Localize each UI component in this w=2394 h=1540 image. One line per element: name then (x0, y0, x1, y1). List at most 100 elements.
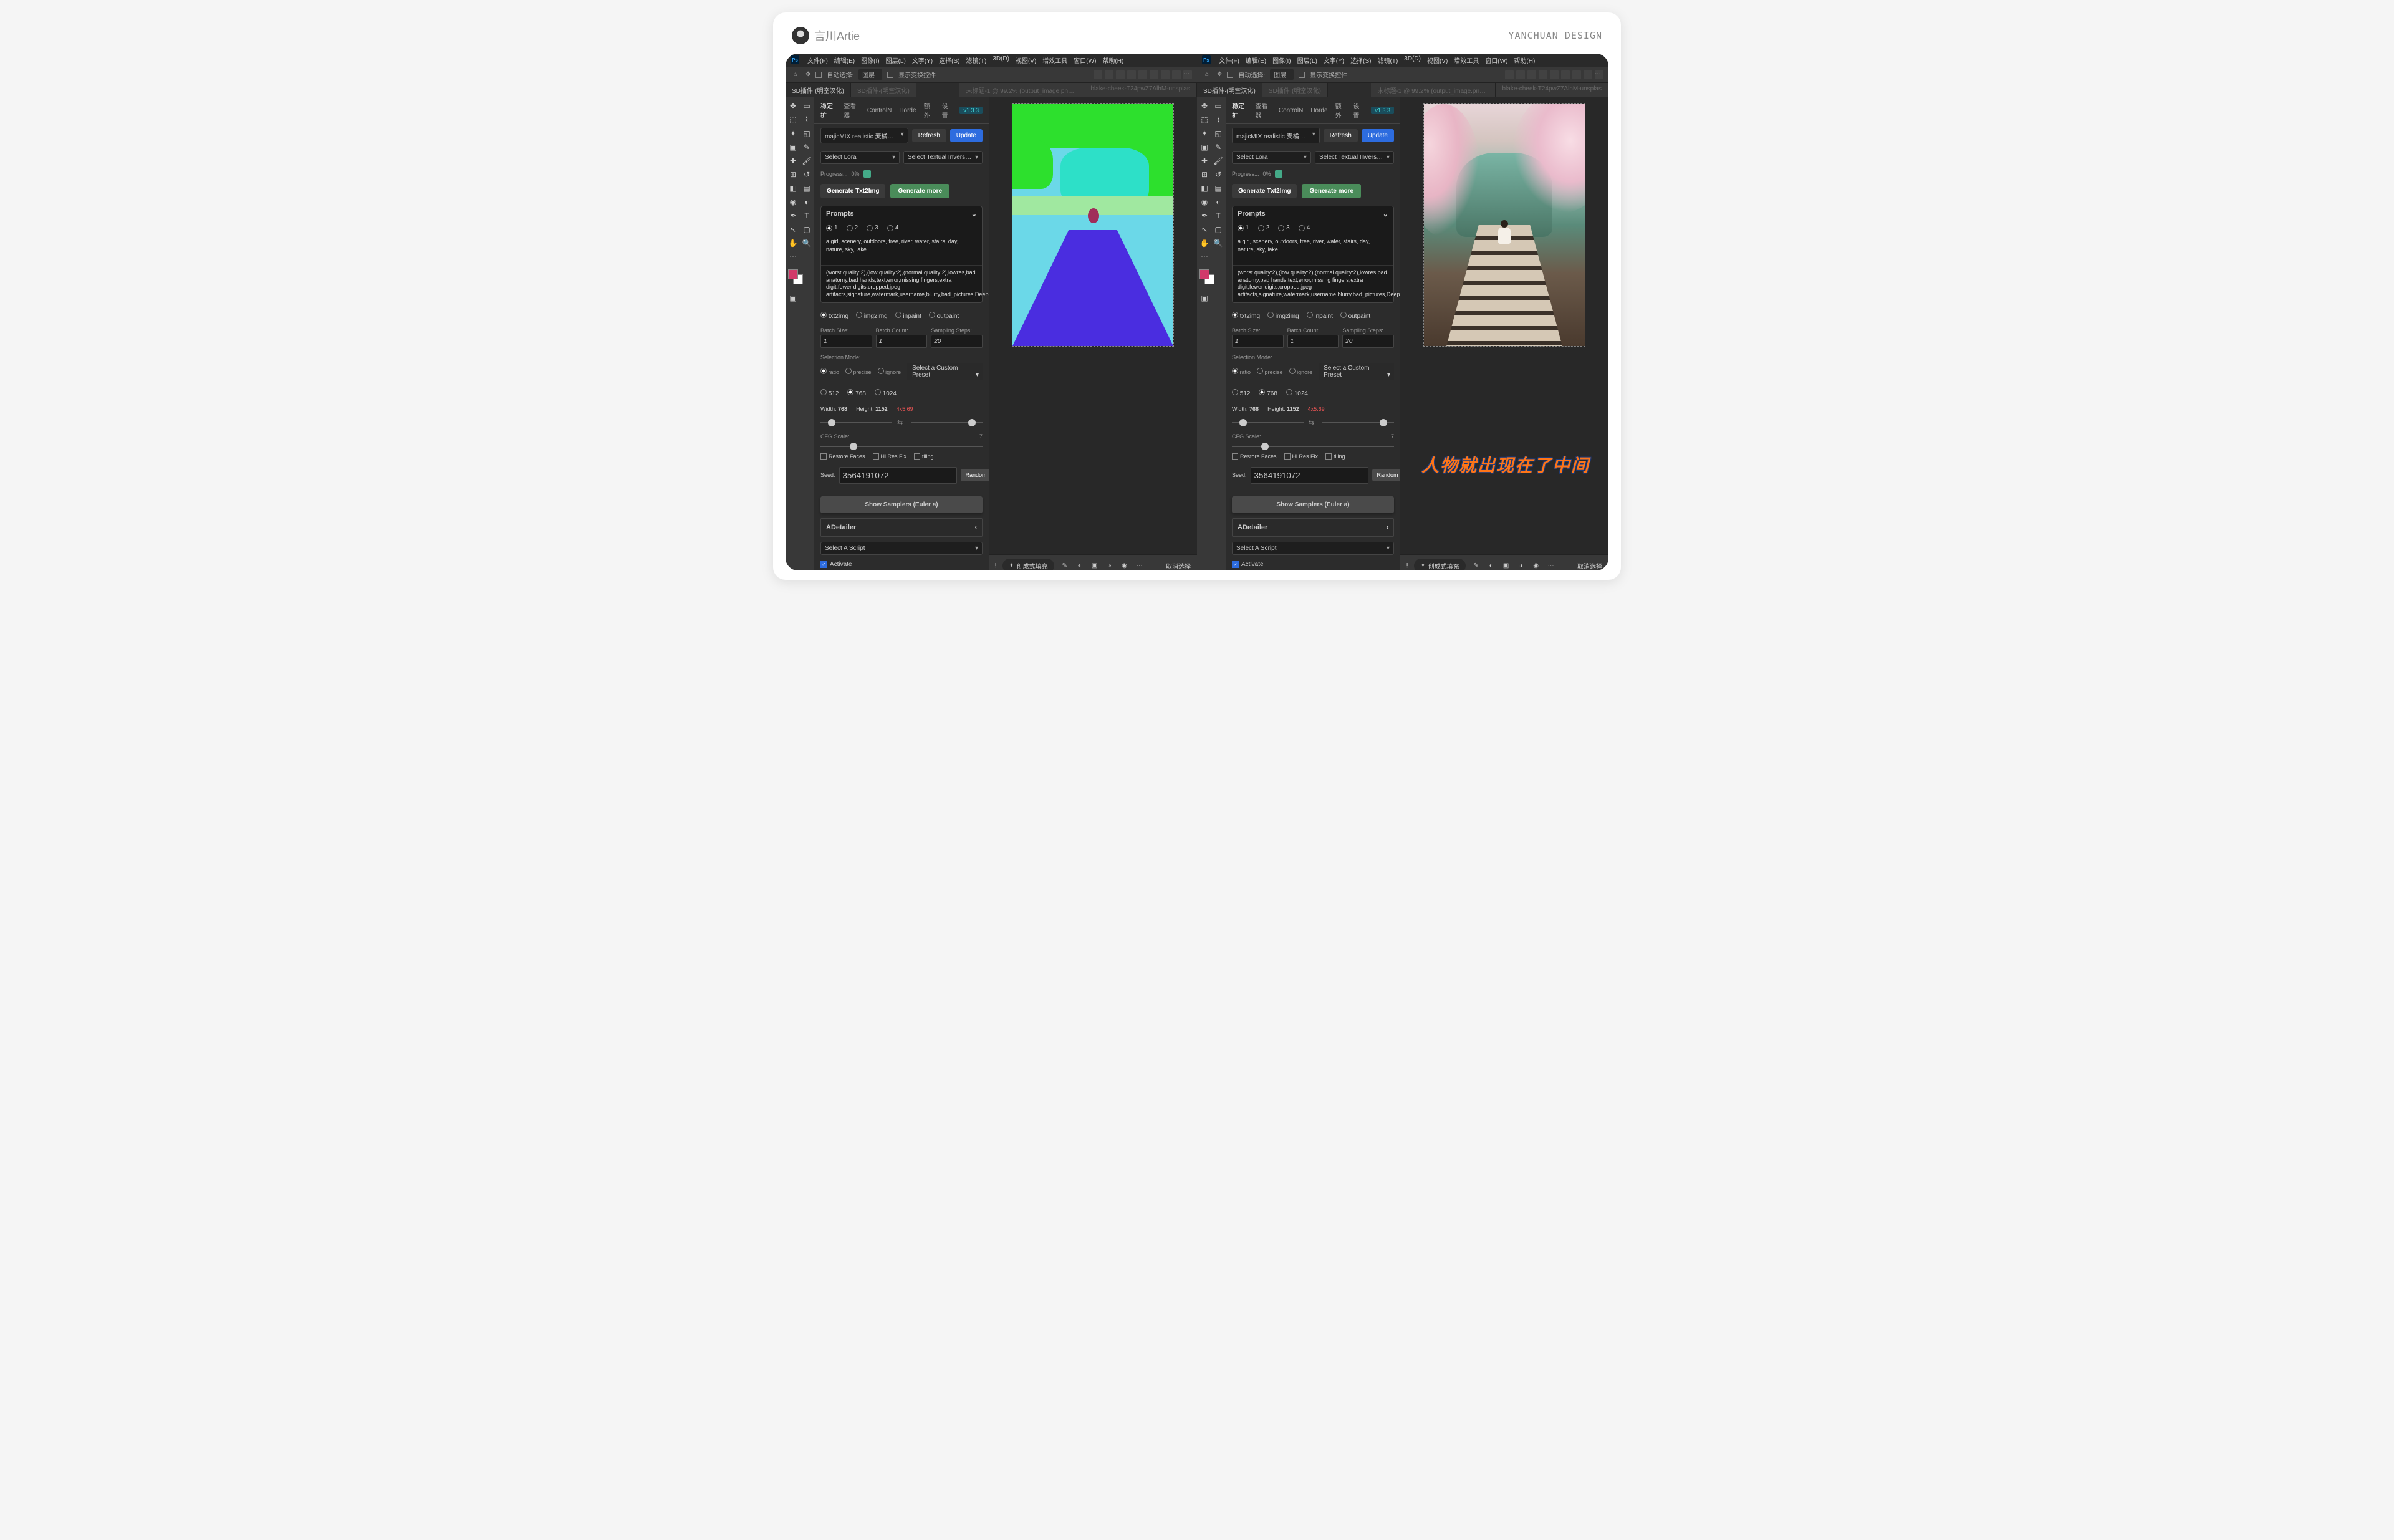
cfg-slider[interactable] (820, 446, 983, 447)
artboard-tool[interactable]: ▭ (1212, 100, 1224, 112)
ti-dropdown[interactable]: Select Textual Invers… (1315, 151, 1394, 164)
link-icon[interactable]: ⇆ (897, 418, 906, 427)
gradient-tool[interactable]: ▤ (800, 182, 813, 195)
generate-more-button[interactable]: Generate more (1302, 184, 1361, 198)
hand-tool[interactable]: ✋ (787, 237, 799, 249)
canvas-segmap[interactable] (1012, 103, 1174, 347)
tiling-check[interactable]: tiling (914, 453, 934, 460)
random-button[interactable]: Random (1372, 469, 1400, 481)
layer-dropdown[interactable]: 图层 (1270, 69, 1294, 80)
preset-dropdown[interactable]: Select a Custom Preset (1319, 363, 1394, 380)
mode-inpaint[interactable]: inpaint (895, 312, 921, 320)
tab-controlnet[interactable]: ControlN (867, 107, 892, 114)
generative-fill-button[interactable]: ✦ 创成式填充 (1002, 559, 1054, 570)
cb-brush-icon[interactable]: ✎ (1472, 561, 1481, 570)
cb-brush-icon[interactable]: ✎ (1060, 561, 1069, 570)
heal-tool[interactable]: ✚ (787, 155, 799, 167)
quick-mask[interactable]: ▣ (787, 292, 799, 304)
tab-doc1[interactable]: 未标题-1 @ 99.2% (output_image.png, RGB/8) … (959, 83, 1084, 97)
move-tool[interactable]: ✥ (787, 100, 799, 112)
pen-tool[interactable]: ✒ (1198, 209, 1211, 222)
auto-select-check[interactable] (815, 72, 822, 78)
mode-txt2img[interactable]: txt2img (820, 312, 848, 320)
cb-handle-icon[interactable]: ⦙ (1406, 562, 1408, 569)
crop-tool[interactable]: ◱ (800, 127, 813, 140)
wand-tool[interactable]: ✦ (787, 127, 799, 140)
show-samplers-button[interactable]: Show Samplers (Euler a) (820, 496, 983, 513)
seed-input[interactable] (1251, 467, 1368, 484)
cb-more-icon[interactable]: ⋯ (1547, 561, 1555, 570)
dim-768[interactable]: 768 (847, 389, 865, 397)
align-icons[interactable]: ⋯ (1505, 70, 1603, 79)
stamp-tool[interactable]: ⊞ (787, 168, 799, 181)
random-button[interactable]: Random (961, 469, 989, 481)
tab-horde[interactable]: Horde (899, 107, 916, 114)
cb-more-icon[interactable]: ⋯ (1135, 561, 1144, 570)
model-dropdown[interactable]: majicMIX realistic 麦橘… (820, 128, 908, 143)
color-swatches[interactable] (787, 269, 813, 287)
tab-doc2[interactable]: blake-cheek-T24pwZ7AlhM-unsplas (1496, 83, 1608, 97)
brush-tool[interactable]: 🖌 (1212, 155, 1224, 167)
quick-mask[interactable]: ▣ (1198, 292, 1211, 304)
type-tool[interactable]: T (1212, 209, 1224, 222)
history-brush[interactable]: ↺ (800, 168, 813, 181)
dodge-tool[interactable]: ◐ (1212, 196, 1224, 208)
color-swatches[interactable] (1198, 269, 1224, 287)
shape-tool[interactable]: ▢ (800, 223, 813, 236)
auto-select-check[interactable] (1227, 72, 1233, 78)
align-icons[interactable]: ⋯ (1094, 70, 1192, 79)
dim-1024[interactable]: 1024 (875, 389, 897, 397)
script-dropdown[interactable]: Select A Script (820, 542, 983, 555)
script-dropdown[interactable]: Select A Script (1232, 542, 1394, 555)
width-slider[interactable] (1232, 422, 1304, 423)
update-button[interactable]: Update (1362, 129, 1394, 142)
stamp-tool[interactable]: ⊞ (1198, 168, 1211, 181)
preset-dropdown[interactable]: Select a Custom Preset (907, 363, 983, 380)
steps-input[interactable] (931, 335, 983, 348)
lasso-tool[interactable]: ⌇ (800, 113, 813, 126)
selmode-precise[interactable]: precise (845, 368, 872, 375)
deselect-button[interactable]: 取消选择 (1577, 561, 1602, 570)
lora-dropdown[interactable]: Select Lora (820, 151, 900, 164)
cb-curve-icon[interactable]: ◉ (1532, 561, 1541, 570)
marquee-tool[interactable]: ⬚ (787, 113, 799, 126)
seed-input[interactable] (839, 467, 957, 484)
dim-512[interactable]: 512 (820, 389, 839, 397)
mode-outpaint[interactable]: outpaint (929, 312, 959, 320)
path-tool[interactable]: ↖ (787, 223, 799, 236)
progress-check[interactable] (863, 170, 871, 178)
deselect-button[interactable]: 取消选择 (1166, 561, 1191, 570)
generate-button[interactable]: Generate Txt2Img (820, 184, 885, 198)
tab-settings[interactable]: 设置 (942, 101, 953, 120)
path-tool[interactable]: ↖ (1198, 223, 1211, 236)
batch-size-input[interactable] (820, 335, 872, 348)
tab-sd-plugin[interactable]: SD插件·(明空汉化) (786, 83, 851, 97)
lasso-tool[interactable]: ⌇ (1212, 113, 1224, 126)
pen-tool[interactable]: ✒ (787, 209, 799, 222)
heal-tool[interactable]: ✚ (1198, 155, 1211, 167)
cb-adjust-icon[interactable]: ▣ (1090, 561, 1099, 570)
prompts-collapse-icon[interactable]: ⌄ (1383, 210, 1388, 218)
steps-input[interactable] (1342, 335, 1394, 348)
selmode-ratio[interactable]: ratio (820, 368, 839, 375)
activate-check[interactable]: ✓ (820, 561, 827, 568)
eyedropper-tool[interactable]: ✎ (800, 141, 813, 153)
blur-tool[interactable]: ◉ (787, 196, 799, 208)
home-icon[interactable]: ⌂ (1202, 70, 1212, 80)
tab-stable[interactable]: 稳定扩 (820, 101, 836, 120)
link-icon[interactable]: ⇆ (1309, 418, 1317, 427)
generate-more-button[interactable]: Generate more (890, 184, 949, 198)
lora-dropdown[interactable]: Select Lora (1232, 151, 1311, 164)
transform-check[interactable] (1299, 72, 1305, 78)
fg-color[interactable] (788, 269, 798, 279)
history-brush[interactable]: ↺ (1212, 168, 1224, 181)
gradient-tool[interactable]: ▤ (1212, 182, 1224, 195)
move-icon[interactable]: ✥ (805, 71, 810, 78)
width-slider[interactable] (820, 422, 892, 423)
prompt-textarea[interactable]: a girl, scenery, outdoors, tree, river, … (821, 234, 982, 265)
cb-flip-icon[interactable]: ◑ (1105, 561, 1114, 570)
cb-handle-icon[interactable]: ⦙ (995, 562, 996, 569)
prompt-radio-3[interactable]: 3 (867, 224, 878, 231)
cb-mask-icon[interactable]: ◐ (1487, 561, 1496, 570)
cb-flip-icon[interactable]: ◑ (1517, 561, 1526, 570)
